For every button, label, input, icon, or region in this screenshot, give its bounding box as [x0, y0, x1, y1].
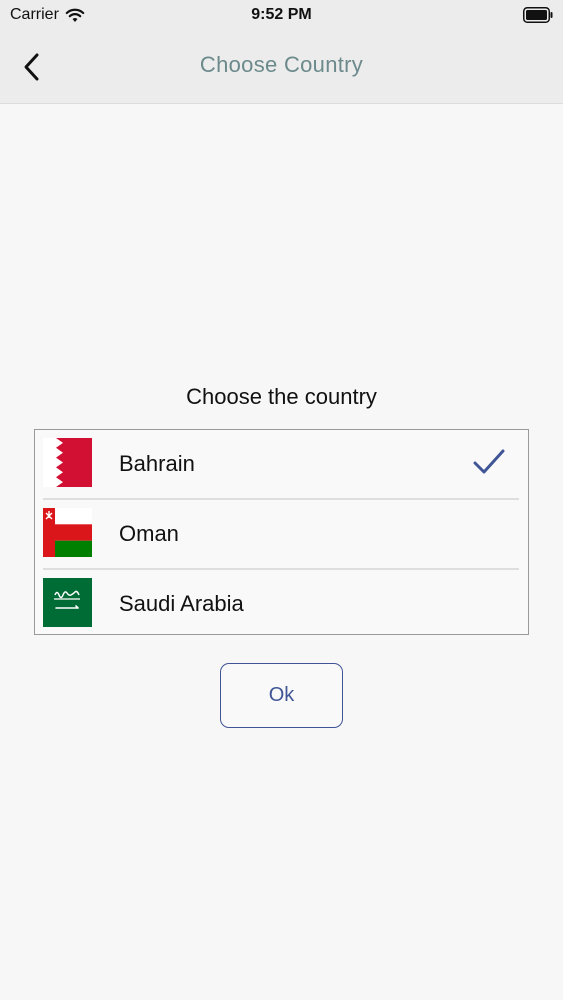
- country-heading: Choose the country: [186, 384, 377, 409]
- country-name: Oman: [119, 521, 179, 546]
- country-list: Bahrain Oman Saudi Arabia: [34, 429, 529, 635]
- country-name: Saudi Arabia: [119, 591, 244, 616]
- bahrain-flag-icon: [43, 438, 92, 487]
- country-row-bahrain[interactable]: Bahrain: [35, 430, 527, 500]
- navigation-bar: Choose Country: [0, 30, 563, 104]
- oman-flag-icon: [43, 508, 92, 557]
- country-row-saudi-arabia[interactable]: Saudi Arabia: [35, 570, 527, 634]
- battery-icon: [523, 7, 553, 23]
- country-name: Bahrain: [119, 451, 195, 476]
- status-bar: Carrier 9:52 PM: [0, 0, 563, 30]
- saudi-arabia-flag-icon: [43, 578, 92, 627]
- status-time: 9:52 PM: [251, 6, 312, 23]
- page-title: Choose Country: [199, 52, 364, 77]
- checkmark-icon: [473, 449, 505, 474]
- ok-button[interactable]: Ok: [220, 663, 343, 728]
- country-row-oman[interactable]: Oman: [35, 500, 527, 570]
